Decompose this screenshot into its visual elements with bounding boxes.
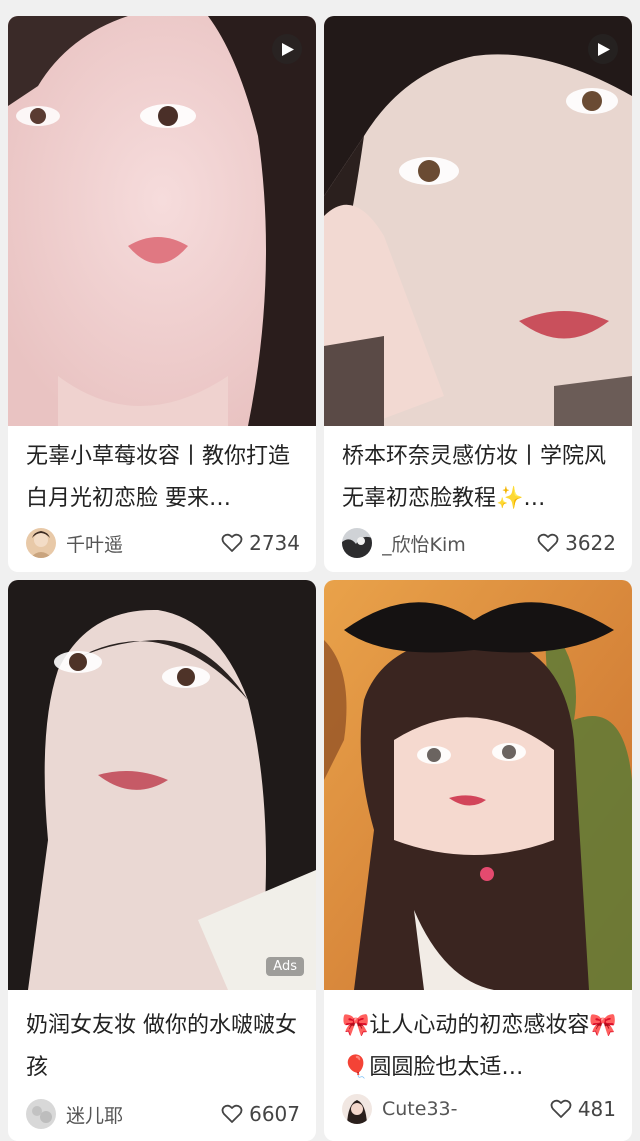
like-button[interactable]: 2734 — [221, 531, 300, 555]
like-button[interactable]: 3622 — [537, 531, 616, 555]
author-avatar[interactable] — [342, 1094, 372, 1124]
heart-outline-icon — [221, 533, 243, 552]
note-title[interactable]: 奶润女友妆 做你的水啵啵女孩 — [26, 1005, 302, 1089]
heart-outline-icon — [537, 533, 559, 552]
ads-badge: Ads — [266, 957, 304, 976]
note-title[interactable]: 🎀让人心动的初恋感妆容🎀 🎈圆圆脸也太适… — [342, 1005, 618, 1089]
note-meta: _欣怡Kim 3622 — [342, 526, 616, 560]
author-name[interactable]: 千叶遥 — [66, 530, 221, 557]
note-card[interactable]: 🎀让人心动的初恋感妆容🎀 🎈圆圆脸也太适… Cute33- 481 — [324, 580, 632, 1141]
play-icon — [282, 42, 294, 56]
note-cover-image[interactable] — [324, 16, 632, 426]
note-card[interactable]: 无辜小草莓妆容丨教你打造白月光初恋脸 要来… 千叶遥 2734 — [8, 16, 316, 572]
note-cover-image[interactable]: Ads — [8, 580, 316, 990]
notes-feed: 无辜小草莓妆容丨教你打造白月光初恋脸 要来… 千叶遥 2734 桥本环奈灵感仿妆… — [0, 0, 640, 1141]
note-card[interactable]: 桥本环奈灵感仿妆丨学院风无辜初恋脸教程✨… _欣怡Kim 3622 — [324, 16, 632, 572]
note-meta: 千叶遥 2734 — [26, 526, 300, 560]
like-count: 3622 — [565, 531, 616, 555]
like-count: 6607 — [249, 1102, 300, 1126]
video-indicator — [272, 34, 302, 64]
like-count: 481 — [577, 1097, 616, 1121]
note-meta: Cute33- 481 — [342, 1092, 616, 1126]
author-name[interactable]: Cute33- — [382, 1098, 550, 1120]
note-cover-image[interactable] — [8, 16, 316, 426]
note-title[interactable]: 无辜小草莓妆容丨教你打造白月光初恋脸 要来… — [26, 436, 302, 520]
author-name[interactable]: 迷儿耶 — [66, 1101, 221, 1128]
note-card[interactable]: Ads 奶润女友妆 做你的水啵啵女孩 迷儿耶 6607 — [8, 580, 316, 1141]
like-button[interactable]: 6607 — [221, 1102, 300, 1126]
like-button[interactable]: 481 — [550, 1097, 616, 1121]
author-avatar[interactable] — [26, 1099, 56, 1129]
author-avatar[interactable] — [26, 528, 56, 558]
play-icon — [598, 42, 610, 56]
author-avatar[interactable] — [342, 528, 372, 558]
author-name[interactable]: _欣怡Kim — [382, 530, 537, 557]
like-count: 2734 — [249, 531, 300, 555]
note-cover-image[interactable] — [324, 580, 632, 990]
heart-outline-icon — [550, 1099, 572, 1118]
heart-outline-icon — [221, 1104, 243, 1123]
video-indicator — [588, 34, 618, 64]
note-meta: 迷儿耶 6607 — [26, 1097, 300, 1131]
note-title[interactable]: 桥本环奈灵感仿妆丨学院风无辜初恋脸教程✨… — [342, 436, 618, 520]
